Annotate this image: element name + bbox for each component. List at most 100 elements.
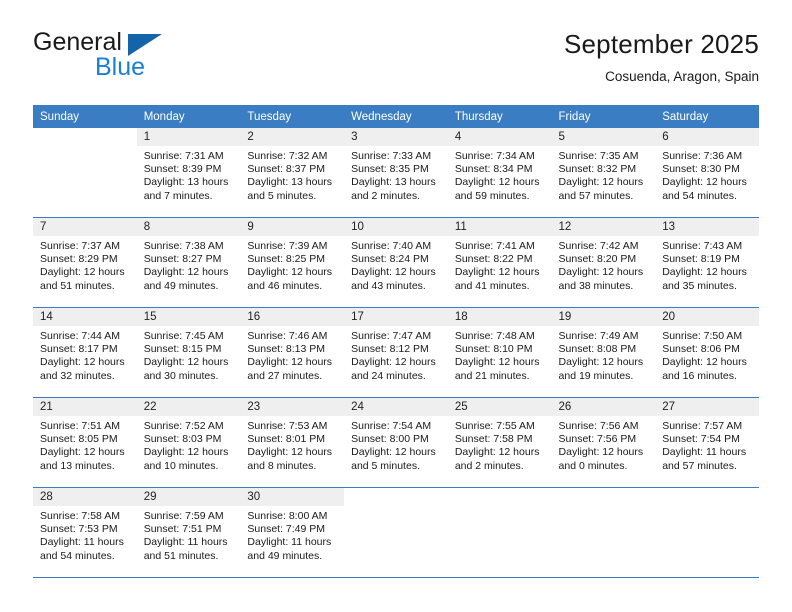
calendar-cell[interactable]: 7 Sunrise: 7:37 AM Sunset: 8:29 PM Dayli… <box>33 217 137 308</box>
day-details: Sunrise: 7:47 AM Sunset: 8:12 PM Dayligh… <box>344 326 448 383</box>
day-cell[interactable]: 15 Sunrise: 7:45 AM Sunset: 8:15 PM Dayl… <box>136 308 241 397</box>
day-cell[interactable]: 11 Sunrise: 7:41 AM Sunset: 8:22 PM Dayl… <box>447 218 552 307</box>
day-cell[interactable]: 26 Sunrise: 7:56 AM Sunset: 7:56 PM Dayl… <box>551 398 656 487</box>
calendar-cell[interactable]: 16 Sunrise: 7:46 AM Sunset: 8:13 PM Dayl… <box>240 307 345 398</box>
day-cell[interactable]: 14 Sunrise: 7:44 AM Sunset: 8:17 PM Dayl… <box>33 308 137 397</box>
daylight-text-line2: and 51 minutes. <box>40 279 115 292</box>
calendar-cell[interactable]: 30 Sunrise: 8:00 AM Sunset: 7:49 PM Dayl… <box>240 487 345 578</box>
weekday-header-saturday: Saturday <box>655 105 759 128</box>
brand-logo[interactable]: General Blue <box>33 28 293 92</box>
day-cell[interactable]: 7 Sunrise: 7:37 AM Sunset: 8:29 PM Dayli… <box>33 218 137 307</box>
day-number: 19 <box>551 308 656 326</box>
calendar-cell[interactable]: 2 Sunrise: 7:32 AM Sunset: 8:37 PM Dayli… <box>240 128 345 218</box>
day-cell[interactable]: 8 Sunrise: 7:38 AM Sunset: 8:27 PM Dayli… <box>136 218 241 307</box>
day-number: 12 <box>551 218 656 236</box>
day-number: 24 <box>344 398 448 416</box>
sunset-text: Sunset: 8:05 PM <box>40 433 118 446</box>
day-cell[interactable]: 21 Sunrise: 7:51 AM Sunset: 8:05 PM Dayl… <box>33 398 137 487</box>
day-cell[interactable]: 28 Sunrise: 7:58 AM Sunset: 7:53 PM Dayl… <box>33 488 137 577</box>
calendar-cell[interactable]: 22 Sunrise: 7:52 AM Sunset: 8:03 PM Dayl… <box>136 397 241 488</box>
day-cell[interactable]: 2 Sunrise: 7:32 AM Sunset: 8:37 PM Dayli… <box>240 128 345 217</box>
calendar-cell[interactable]: 24 Sunrise: 7:54 AM Sunset: 8:00 PM Dayl… <box>344 397 448 488</box>
sunset-text: Sunset: 8:34 PM <box>454 163 533 176</box>
sunrise-text: Sunrise: 7:36 AM <box>662 150 743 162</box>
calendar-cell[interactable]: 17 Sunrise: 7:47 AM Sunset: 8:12 PM Dayl… <box>344 307 448 398</box>
day-number: 15 <box>136 308 241 326</box>
calendar-cell[interactable]: 3 Sunrise: 7:33 AM Sunset: 8:35 PM Dayli… <box>344 128 448 218</box>
calendar-week-row: 7 Sunrise: 7:37 AM Sunset: 8:29 PM Dayli… <box>33 217 759 308</box>
day-cell[interactable]: 29 Sunrise: 7:59 AM Sunset: 7:51 PM Dayl… <box>136 488 241 577</box>
calendar-cell[interactable] <box>344 487 448 578</box>
calendar-cell[interactable] <box>33 128 137 218</box>
day-details: Sunrise: 7:55 AM Sunset: 7:58 PM Dayligh… <box>448 416 552 473</box>
day-cell[interactable]: 19 Sunrise: 7:49 AM Sunset: 8:08 PM Dayl… <box>551 308 656 397</box>
calendar-cell[interactable]: 9 Sunrise: 7:39 AM Sunset: 8:25 PM Dayli… <box>240 217 345 308</box>
daylight-text-line1: Daylight: 12 hours <box>247 446 333 459</box>
calendar-cell[interactable]: 11 Sunrise: 7:41 AM Sunset: 8:22 PM Dayl… <box>447 217 552 308</box>
calendar-cell[interactable]: 21 Sunrise: 7:51 AM Sunset: 8:05 PM Dayl… <box>33 397 137 488</box>
day-cell[interactable]: 9 Sunrise: 7:39 AM Sunset: 8:25 PM Dayli… <box>240 218 345 307</box>
calendar-cell[interactable]: 10 Sunrise: 7:40 AM Sunset: 8:24 PM Dayl… <box>344 217 448 308</box>
calendar-cell[interactable]: 1 Sunrise: 7:31 AM Sunset: 8:39 PM Dayli… <box>136 128 241 218</box>
calendar-cell[interactable]: 29 Sunrise: 7:59 AM Sunset: 7:51 PM Dayl… <box>136 487 241 578</box>
day-details: Sunrise: 7:49 AM Sunset: 8:08 PM Dayligh… <box>552 326 656 383</box>
daylight-text-line1: Daylight: 12 hours <box>247 356 333 369</box>
daylight-text-line2: and 46 minutes. <box>247 279 323 292</box>
day-cell[interactable]: 13 Sunrise: 7:43 AM Sunset: 8:19 PM Dayl… <box>655 218 759 307</box>
sunrise-text: Sunrise: 8:00 AM <box>247 510 328 522</box>
weekday-header-sunday: Sunday <box>33 105 137 128</box>
daylight-text-line2: and 2 minutes. <box>351 189 420 202</box>
sunset-text: Sunset: 8:30 PM <box>662 163 740 176</box>
calendar-cell[interactable]: 15 Sunrise: 7:45 AM Sunset: 8:15 PM Dayl… <box>136 307 241 398</box>
calendar-cell[interactable]: 14 Sunrise: 7:44 AM Sunset: 8:17 PM Dayl… <box>33 307 137 398</box>
calendar-cell[interactable]: 20 Sunrise: 7:50 AM Sunset: 8:06 PM Dayl… <box>655 307 759 398</box>
daylight-text-line2: and 24 minutes. <box>351 369 426 382</box>
calendar-cell[interactable] <box>447 487 552 578</box>
calendar-cell[interactable]: 26 Sunrise: 7:56 AM Sunset: 7:56 PM Dayl… <box>551 397 656 488</box>
calendar-cell[interactable]: 4 Sunrise: 7:34 AM Sunset: 8:34 PM Dayli… <box>447 128 552 218</box>
day-number: 6 <box>655 128 759 146</box>
sunset-text: Sunset: 8:35 PM <box>351 163 429 176</box>
daylight-text-line2: and 43 minutes. <box>351 279 426 292</box>
sunset-text: Sunset: 8:06 PM <box>662 343 740 356</box>
day-cell[interactable]: 27 Sunrise: 7:57 AM Sunset: 7:54 PM Dayl… <box>655 398 759 487</box>
day-cell[interactable]: 23 Sunrise: 7:53 AM Sunset: 8:01 PM Dayl… <box>240 398 345 487</box>
day-cell[interactable] <box>33 128 137 217</box>
daylight-text-line2: and 19 minutes. <box>558 369 634 382</box>
day-cell[interactable]: 17 Sunrise: 7:47 AM Sunset: 8:12 PM Dayl… <box>344 308 448 397</box>
day-cell[interactable]: 6 Sunrise: 7:36 AM Sunset: 8:30 PM Dayli… <box>655 128 759 217</box>
calendar-cell[interactable]: 18 Sunrise: 7:48 AM Sunset: 8:10 PM Dayl… <box>447 307 552 398</box>
calendar-cell[interactable]: 5 Sunrise: 7:35 AM Sunset: 8:32 PM Dayli… <box>551 128 656 218</box>
calendar-cell[interactable]: 28 Sunrise: 7:58 AM Sunset: 7:53 PM Dayl… <box>33 487 137 578</box>
calendar-cell[interactable]: 13 Sunrise: 7:43 AM Sunset: 8:19 PM Dayl… <box>655 217 759 308</box>
day-cell[interactable] <box>344 488 448 577</box>
sunrise-text: Sunrise: 7:34 AM <box>454 150 535 162</box>
day-cell[interactable]: 16 Sunrise: 7:46 AM Sunset: 8:13 PM Dayl… <box>240 308 345 397</box>
day-cell[interactable]: 25 Sunrise: 7:55 AM Sunset: 7:58 PM Dayl… <box>447 398 552 487</box>
day-cell[interactable]: 30 Sunrise: 8:00 AM Sunset: 7:49 PM Dayl… <box>240 488 345 577</box>
day-cell[interactable] <box>447 488 552 577</box>
calendar-cell[interactable]: 19 Sunrise: 7:49 AM Sunset: 8:08 PM Dayl… <box>551 307 656 398</box>
day-cell[interactable]: 22 Sunrise: 7:52 AM Sunset: 8:03 PM Dayl… <box>136 398 241 487</box>
day-cell[interactable]: 18 Sunrise: 7:48 AM Sunset: 8:10 PM Dayl… <box>447 308 552 397</box>
day-cell[interactable]: 5 Sunrise: 7:35 AM Sunset: 8:32 PM Dayli… <box>551 128 656 217</box>
day-cell[interactable]: 12 Sunrise: 7:42 AM Sunset: 8:20 PM Dayl… <box>551 218 656 307</box>
day-cell[interactable]: 1 Sunrise: 7:31 AM Sunset: 8:39 PM Dayli… <box>136 128 241 217</box>
day-cell[interactable]: 20 Sunrise: 7:50 AM Sunset: 8:06 PM Dayl… <box>655 308 759 397</box>
calendar-cell[interactable] <box>551 487 656 578</box>
sunset-text: Sunset: 8:29 PM <box>40 253 118 266</box>
day-cell[interactable]: 10 Sunrise: 7:40 AM Sunset: 8:24 PM Dayl… <box>344 218 448 307</box>
day-cell[interactable]: 24 Sunrise: 7:54 AM Sunset: 8:00 PM Dayl… <box>344 398 448 487</box>
day-cell[interactable]: 4 Sunrise: 7:34 AM Sunset: 8:34 PM Dayli… <box>447 128 552 217</box>
sunset-text: Sunset: 8:00 PM <box>351 433 429 446</box>
day-cell[interactable]: 3 Sunrise: 7:33 AM Sunset: 8:35 PM Dayli… <box>344 128 448 217</box>
calendar-cell[interactable]: 27 Sunrise: 7:57 AM Sunset: 7:54 PM Dayl… <box>655 397 759 488</box>
calendar-cell[interactable]: 8 Sunrise: 7:38 AM Sunset: 8:27 PM Dayli… <box>136 217 241 308</box>
day-cell[interactable] <box>551 488 656 577</box>
calendar-cell[interactable]: 23 Sunrise: 7:53 AM Sunset: 8:01 PM Dayl… <box>240 397 345 488</box>
calendar-cell[interactable] <box>655 487 759 578</box>
day-cell[interactable] <box>655 488 759 577</box>
calendar-cell[interactable]: 25 Sunrise: 7:55 AM Sunset: 7:58 PM Dayl… <box>447 397 552 488</box>
calendar-cell[interactable]: 6 Sunrise: 7:36 AM Sunset: 8:30 PM Dayli… <box>655 128 759 218</box>
calendar-cell[interactable]: 12 Sunrise: 7:42 AM Sunset: 8:20 PM Dayl… <box>551 217 656 308</box>
